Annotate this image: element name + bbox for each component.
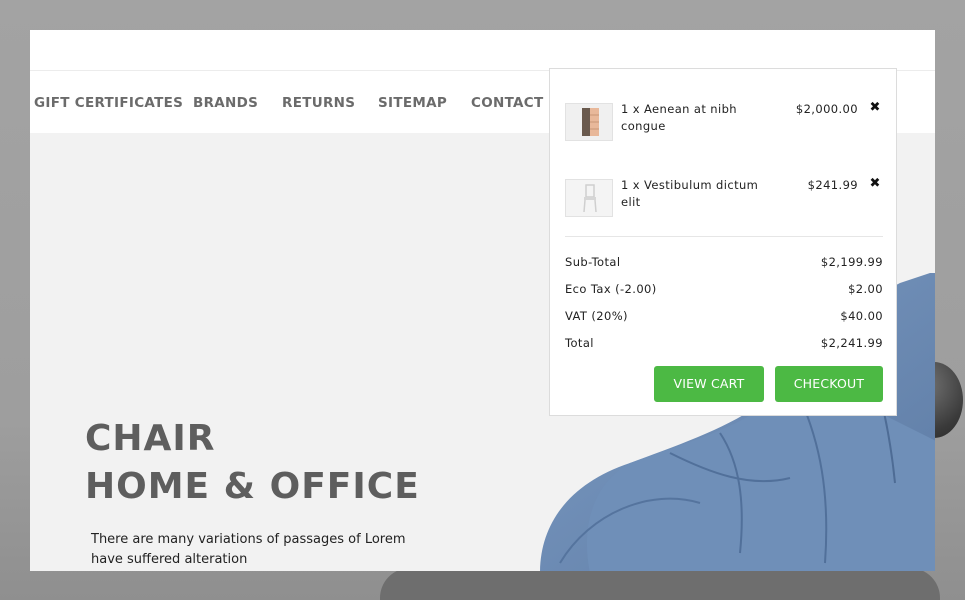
hero-title: CHAIR HOME & OFFICE (85, 415, 420, 511)
cart-item-quantity: 1 x (621, 178, 640, 192)
hero-description: There are many variations of passages of… (91, 532, 406, 567)
totals-value: $2,241.99 (820, 336, 883, 350)
dresser-thumbnail-icon (566, 104, 612, 140)
totals-label: VAT (20%) (565, 309, 628, 323)
totals-row-vat: VAT (20%) $40.00 (565, 307, 883, 325)
nav-item-returns[interactable]: Returns (282, 95, 355, 111)
cart-item-quantity: 1 x (621, 102, 640, 116)
top-bar (30, 30, 935, 71)
hero-title-line-2: HOME & OFFICE (85, 466, 420, 507)
cart-item-name[interactable]: 1 x Aenean at nibh congue (621, 101, 771, 135)
cart-item: 1 x Aenean at nibh congue $2,000.00 ✖ (565, 100, 885, 153)
totals-label: Eco Tax (-2.00) (565, 282, 657, 296)
totals-value: $2,199.99 (820, 255, 883, 269)
totals-label: Sub-Total (565, 255, 621, 269)
nav-item-sitemap[interactable]: Sitemap (378, 95, 447, 111)
checkout-button[interactable]: Checkout (775, 366, 883, 402)
totals-row-total: Total $2,241.99 (565, 334, 883, 352)
hero-title-line-1: CHAIR (85, 418, 216, 459)
cart-item: 1 x Vestibulum dictum elit $241.99 ✖ (565, 176, 885, 229)
totals-value: $2.00 (848, 282, 883, 296)
chair-thumbnail-icon (566, 180, 612, 216)
totals-row-eco-tax: Eco Tax (-2.00) $2.00 (565, 280, 883, 298)
totals-value: $40.00 (840, 309, 883, 323)
product-thumbnail[interactable] (565, 103, 613, 141)
remove-item-icon[interactable]: ✖ (867, 99, 883, 117)
nav-item-gift-certificates[interactable]: Gift Certificates (34, 95, 183, 111)
remove-item-icon[interactable]: ✖ (867, 175, 883, 193)
cart-item-name[interactable]: 1 x Vestibulum dictum elit (621, 177, 771, 211)
cart-dropdown: 1 x Aenean at nibh congue $2,000.00 ✖ 1 x… (549, 68, 897, 416)
view-cart-button[interactable]: View Cart (654, 366, 764, 402)
product-thumbnail[interactable] (565, 179, 613, 217)
nav-item-brands[interactable]: Brands (193, 95, 258, 111)
cart-item-title: Vestibulum dictum elit (621, 178, 759, 209)
background-decoration-base (380, 568, 940, 600)
cart-item-price: $241.99 (807, 178, 858, 192)
cart-item-price: $2,000.00 (795, 102, 858, 116)
totals-row-subtotal: Sub-Total $2,199.99 (565, 253, 883, 271)
totals-label: Total (565, 336, 594, 350)
cart-divider (565, 236, 883, 237)
